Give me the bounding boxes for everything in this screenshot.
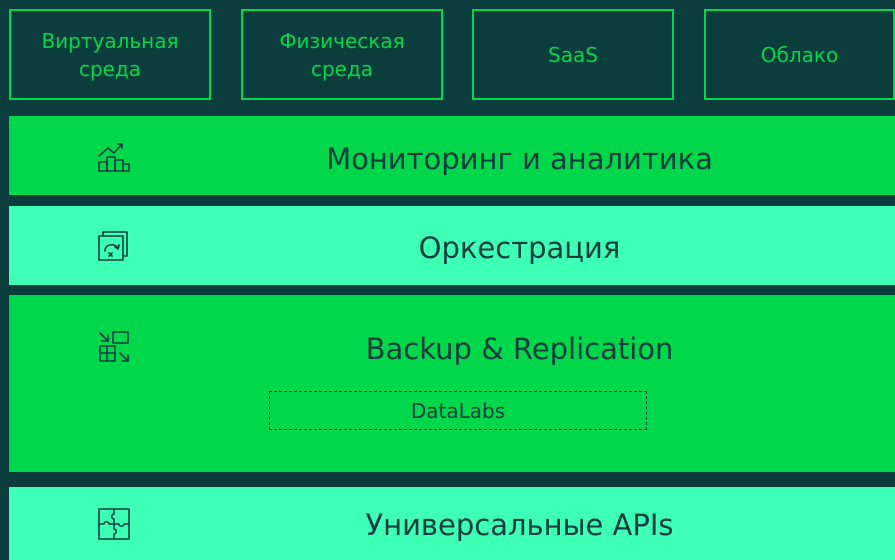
apis-label: Универсальные APIs [365, 508, 674, 542]
orchestration-label: Оркестрация [418, 231, 621, 265]
monitoring-chart-icon [96, 138, 132, 174]
env-box-cloud: Облако [704, 9, 895, 100]
puzzle-icon [96, 506, 132, 542]
env-box-saas: SaaS [472, 9, 674, 100]
orchestration-band: Оркестрация [9, 206, 895, 285]
env-box-virtual: Виртуальная среда [9, 9, 211, 100]
apis-band: Универсальные APIs [9, 487, 895, 560]
monitoring-band: Мониторинг и аналитика [9, 116, 895, 195]
backup-replication-icon [96, 329, 132, 365]
backup-label: Backup & Replication [365, 332, 674, 366]
datalabs-label: DataLabs [410, 398, 506, 423]
datalabs-box: DataLabs [269, 391, 647, 430]
env-box-physical: Физическая среда [241, 9, 443, 100]
monitoring-label: Мониторинг и аналитика [326, 142, 713, 176]
orchestration-icon [96, 227, 132, 263]
backup-band: Backup & Replication DataLabs [9, 295, 895, 472]
